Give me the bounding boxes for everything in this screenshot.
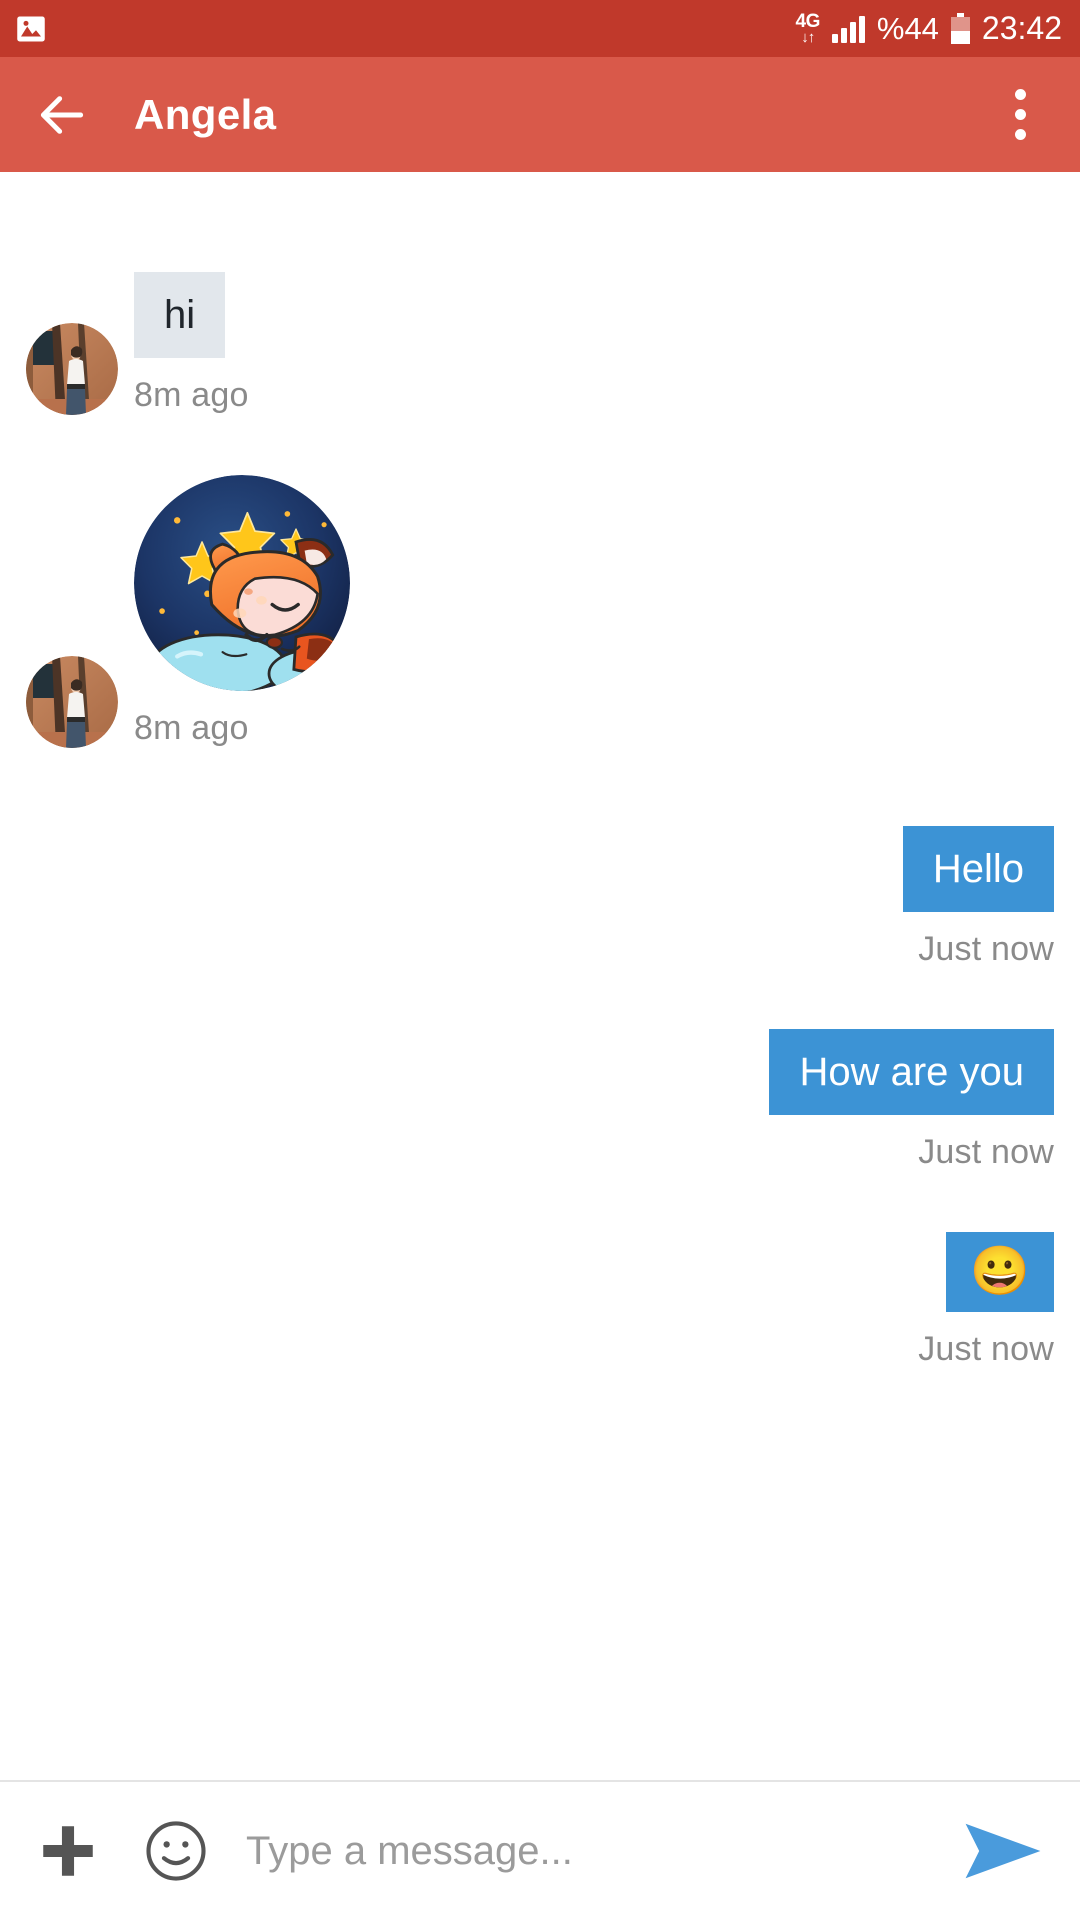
page-title: Angela [134,90,277,138]
emoji-face-icon[interactable] [140,1815,212,1887]
send-arrow-icon[interactable] [960,1813,1046,1889]
message-timestamp: 8m ago [134,376,249,414]
message-content-column: hi 8m ago [134,272,249,415]
plus-icon[interactable] [30,1813,106,1889]
overflow-menu-icon[interactable] [990,79,1050,151]
message-timestamp: 8m ago [134,709,249,747]
message-bubble[interactable]: Hello [902,826,1054,912]
message-content-column: How are you Just now [769,1029,1054,1172]
message-content-column: 😀 Just now [918,1232,1054,1369]
message-timestamp: Just now [918,1330,1054,1368]
battery-percent-label: %44 [876,10,939,46]
message-input-bar [0,1780,1080,1920]
message-timestamp: Just now [918,930,1054,968]
status-bar-right: 4G ↓↑ %44 23:42 [796,10,1062,47]
message-row-outgoing-howareyou: How are you Just now [0,1029,1080,1172]
signal-bars-icon [831,15,865,43]
chat-screen: 4G ↓↑ %44 23:42 Angela hi 8m ago 8m ago … [0,0,1080,1920]
search-input message-input[interactable] [246,1828,940,1874]
message-bubble[interactable]: hi [134,272,226,358]
status-bar-clock: 23:42 [981,10,1062,46]
network-type-icon: 4G ↓↑ [796,12,821,46]
message-content-column: Hello Just now [902,826,1054,969]
sleeping-fox-sticker[interactable] [134,475,350,691]
message-row-incoming-text: hi 8m ago [0,272,1080,415]
app-bar: Angela [0,57,1080,172]
message-row-outgoing-emoji: 😀 Just now [0,1232,1080,1369]
message-bubble[interactable]: How are you [769,1029,1054,1115]
message-content-column: 8m ago [134,475,350,748]
avatar[interactable] [26,323,118,415]
status-bar-left [16,15,46,43]
message-row-incoming-sticker: 8m ago [0,475,1080,748]
status-bar: 4G ↓↑ %44 23:42 [0,0,1080,57]
photo-icon [16,15,46,43]
message-timestamp: Just now [918,1133,1054,1171]
message-row-outgoing-hello: Hello Just now [0,826,1080,969]
message-list[interactable]: hi 8m ago 8m ago Hello Just now How are … [0,172,1080,1780]
battery-icon [950,13,970,44]
message-bubble-emoji[interactable]: 😀 [946,1232,1054,1312]
data-transfer-arrows-icon: ↓↑ [801,29,815,46]
avatar[interactable] [26,656,118,748]
back-arrow-icon[interactable] [34,87,90,143]
